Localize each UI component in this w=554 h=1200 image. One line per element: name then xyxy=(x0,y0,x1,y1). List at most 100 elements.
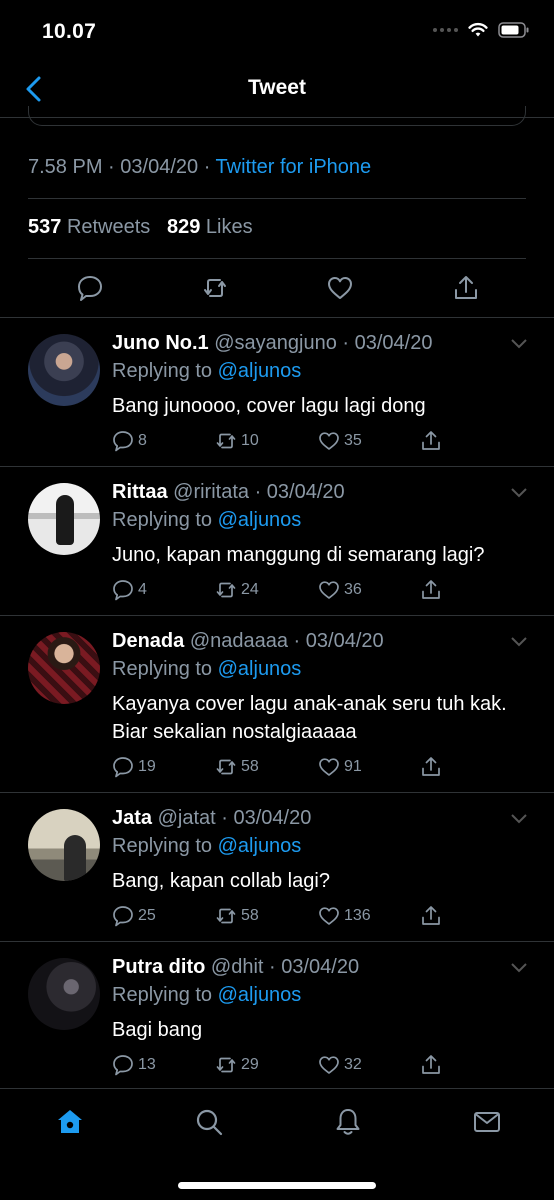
share-button[interactable] xyxy=(420,579,442,601)
chevron-down-icon[interactable] xyxy=(510,813,528,825)
reply-author-handle[interactable]: @dhit xyxy=(211,956,264,978)
reply-tweet[interactable]: Denada @nadaaaa · 03/04/20 Replying to @… xyxy=(0,615,554,792)
meta-separator: · xyxy=(215,807,234,829)
share-icon[interactable] xyxy=(452,274,480,302)
likes-stat[interactable]: 829 Likes xyxy=(167,216,253,238)
replying-label: Replying to xyxy=(112,360,213,382)
retweet-button[interactable]: 58 xyxy=(215,756,259,778)
reply-author-handle[interactable]: @jatat xyxy=(158,807,216,829)
mention-link[interactable]: @aljunos xyxy=(218,360,302,382)
home-icon[interactable] xyxy=(55,1107,85,1137)
tweet-source-link[interactable]: Twitter for iPhone xyxy=(216,156,372,178)
reply-count: 4 xyxy=(138,581,147,598)
mention-link[interactable]: @aljunos xyxy=(218,835,302,857)
reply-button[interactable]: 8 xyxy=(112,430,147,452)
reply-author-handle[interactable]: @riritata xyxy=(173,481,249,503)
reply-button[interactable]: 4 xyxy=(112,579,147,601)
reply-author-name[interactable]: Juno No.1 xyxy=(112,332,209,354)
chevron-down-icon[interactable] xyxy=(510,338,528,350)
reply-button[interactable]: 19 xyxy=(112,756,156,778)
reply-tweet[interactable]: Juno No.1 @sayangjuno · 03/04/20 Replyin… xyxy=(0,317,554,466)
retweet-button[interactable]: 10 xyxy=(215,430,259,452)
mention-link[interactable]: @aljunos xyxy=(218,984,302,1006)
avatar-figure xyxy=(64,835,86,881)
mention-link[interactable]: @aljunos xyxy=(218,658,302,680)
quoted-tweet-edge[interactable] xyxy=(28,106,526,126)
messages-icon[interactable] xyxy=(472,1107,502,1137)
reply-button[interactable]: 13 xyxy=(112,1054,156,1076)
share-button[interactable] xyxy=(420,905,442,927)
retweet-icon xyxy=(216,908,236,924)
meta-separator: · xyxy=(336,332,355,354)
reply-author-handle[interactable]: @sayangjuno xyxy=(214,332,337,354)
like-count: 136 xyxy=(344,907,371,924)
reply-header: Denada @nadaaaa · 03/04/20 xyxy=(112,630,384,653)
reply-tweet[interactable]: Jata @jatat · 03/04/20 Replying to @alju… xyxy=(0,792,554,941)
reply-date: 03/04/20 xyxy=(305,630,384,652)
retweet-icon xyxy=(216,759,236,775)
notifications-icon[interactable] xyxy=(333,1107,363,1137)
meta-separator: · xyxy=(287,630,306,652)
home-indicator[interactable] xyxy=(178,1182,376,1189)
status-bar: 10.07 xyxy=(0,0,554,62)
reply-count: 19 xyxy=(138,758,156,775)
avatar[interactable] xyxy=(28,958,100,1030)
reply-author-name[interactable]: Denada xyxy=(112,630,184,652)
reply-text: Bang, kapan collab lagi? xyxy=(112,870,330,892)
replying-to: Replying to @aljunos xyxy=(112,984,301,1007)
retweet-count: 58 xyxy=(241,907,259,924)
tweet-time: 7.58 PM xyxy=(28,156,103,178)
search-icon[interactable] xyxy=(194,1107,224,1137)
reply-text: Bang junoooo, cover lagu lagi dong xyxy=(112,395,426,417)
tweet-date: 03/04/20 xyxy=(120,156,199,178)
chevron-down-icon[interactable] xyxy=(510,636,528,648)
replying-to: Replying to @aljunos xyxy=(112,360,301,383)
avatar[interactable] xyxy=(28,483,100,555)
reply-author-name[interactable]: Rittaa xyxy=(112,481,168,503)
share-button[interactable] xyxy=(420,430,442,452)
tweet-action-bar xyxy=(0,268,554,308)
reply-icon xyxy=(113,906,133,927)
reply-tweet[interactable]: Putra dito @dhit · 03/04/20 Replying to … xyxy=(0,941,554,1089)
avatar[interactable] xyxy=(28,632,100,704)
chevron-down-icon[interactable] xyxy=(510,487,528,499)
replying-label: Replying to xyxy=(112,984,213,1006)
retweet-button[interactable]: 58 xyxy=(215,905,259,927)
like-button[interactable]: 91 xyxy=(318,756,362,778)
like-button[interactable]: 136 xyxy=(318,905,371,927)
reply-author-name[interactable]: Putra dito xyxy=(112,956,205,978)
share-icon xyxy=(422,906,440,925)
like-button[interactable]: 32 xyxy=(318,1054,362,1076)
retweet-button[interactable]: 29 xyxy=(215,1054,259,1076)
chevron-down-icon[interactable] xyxy=(510,962,528,974)
reply-count: 25 xyxy=(138,907,156,924)
like-icon[interactable] xyxy=(326,274,354,302)
reply-icon[interactable] xyxy=(76,274,104,302)
reply-count: 8 xyxy=(138,432,147,449)
avatar[interactable] xyxy=(28,809,100,881)
reply-tweet[interactable]: Rittaa @riritata · 03/04/20 Replying to … xyxy=(0,466,554,615)
share-button[interactable] xyxy=(420,1054,442,1076)
retweet-icon xyxy=(216,1057,236,1073)
reply-button[interactable]: 25 xyxy=(112,905,156,927)
reply-header: Rittaa @riritata · 03/04/20 xyxy=(112,481,345,504)
reply-author-name[interactable]: Jata xyxy=(112,807,152,829)
avatar[interactable] xyxy=(28,334,100,406)
like-button[interactable]: 36 xyxy=(318,579,362,601)
likes-label: Likes xyxy=(205,216,253,238)
share-icon xyxy=(422,580,440,599)
like-button[interactable]: 35 xyxy=(318,430,362,452)
replying-label: Replying to xyxy=(112,509,213,531)
reply-icon xyxy=(113,580,133,601)
share-button[interactable] xyxy=(420,756,442,778)
reply-header: Putra dito @dhit · 03/04/20 xyxy=(112,956,359,979)
signal-icon xyxy=(433,28,458,32)
retweet-icon[interactable] xyxy=(201,274,229,302)
status-time: 10.07 xyxy=(42,20,97,43)
retweet-button[interactable]: 24 xyxy=(215,579,259,601)
like-count: 35 xyxy=(344,432,362,449)
reply-author-handle[interactable]: @nadaaaa xyxy=(190,630,288,652)
retweets-label: Retweets xyxy=(66,216,151,238)
mention-link[interactable]: @aljunos xyxy=(218,509,302,531)
retweets-stat[interactable]: 537 Retweets xyxy=(28,216,150,238)
